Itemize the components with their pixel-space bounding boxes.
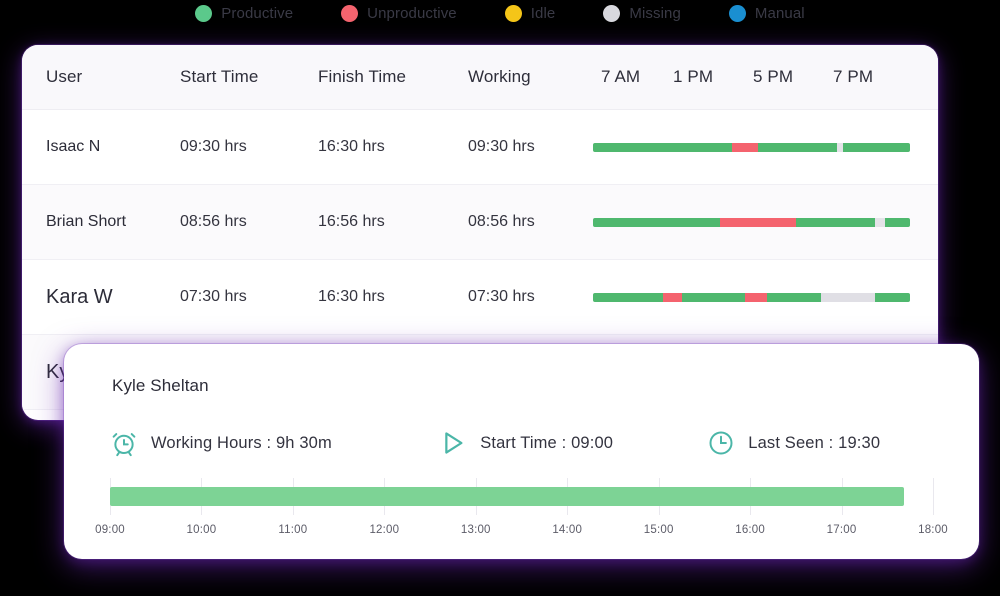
cell-working: 07:30 hrs [468,288,593,306]
axis-tick-label: 17:00 [827,524,857,536]
detail-timeline-chart[interactable] [110,487,933,511]
legend-item-productive[interactable]: Productive [195,5,293,22]
timeline-segment-unproductive [745,293,767,302]
timeline-segment-productive [885,218,910,227]
play-icon [439,429,467,457]
legend-item-missing[interactable]: Missing [603,5,681,22]
axis-tick-label: 15:00 [644,524,674,536]
cell-finish-time: 16:30 hrs [318,138,468,156]
stat-label: Last Seen : 19:30 [748,434,880,453]
column-header-7am: 7 AM [593,67,673,87]
column-header-5pm: 5 PM [753,67,833,87]
stat-working-hours: Working Hours : 9h 30m [110,429,439,457]
cell-start-time: 07:30 hrs [180,288,318,306]
table-row[interactable]: Isaac N 09:30 hrs 16:30 hrs 09:30 hrs [22,110,938,185]
status-dot-icon [505,5,522,22]
status-legend: Productive Unproductive Idle Missing Man… [0,0,1000,30]
stat-start-time: Start Time : 09:00 [439,429,707,457]
legend-label: Manual [755,5,805,22]
status-dot-icon [603,5,620,22]
cell-start-time: 09:30 hrs [180,138,318,156]
activity-timeline-bar [593,293,910,302]
cell-start-time: 08:56 hrs [180,213,318,231]
cell-user: Brian Short [22,213,180,231]
timeline-segment-unproductive [732,143,757,152]
legend-label: Idle [531,5,556,22]
column-header-finish-time[interactable]: Finish Time [318,67,468,87]
status-dot-icon [341,5,358,22]
gridline [933,478,934,515]
timeline-segment-unproductive [720,218,796,227]
cell-working: 09:30 hrs [468,138,593,156]
column-header-1pm: 1 PM [673,67,753,87]
cell-timeline[interactable] [593,293,938,302]
timeline-segment-productive [843,143,910,152]
axis-tick-label: 11:00 [278,524,307,536]
table-header-row: User Start Time Finish Time Working 7 AM… [22,45,938,110]
user-detail-card: Kyle Sheltan Working Hours : 9h 30m Star… [64,344,979,559]
status-dot-icon [729,5,746,22]
detail-timeline-axis: 09:0010:0011:0012:0013:0014:0015:0016:00… [110,524,933,540]
timeline-segment-productive [767,293,821,302]
cell-timeline[interactable] [593,218,938,227]
detail-stats-row: Working Hours : 9h 30m Start Time : 09:0… [110,429,933,457]
column-header-working[interactable]: Working [468,67,593,87]
clock-icon [707,429,735,457]
stat-last-seen: Last Seen : 19:30 [707,429,933,457]
status-dot-icon [195,5,212,22]
legend-label: Unproductive [367,5,457,22]
cell-finish-time: 16:30 hrs [318,288,468,306]
activity-timeline-bar [593,143,910,152]
timeline-segment-productive [875,293,910,302]
timeline-segment-missing [875,218,885,227]
alarm-clock-icon [110,429,138,457]
timeline-segment-unproductive [663,293,682,302]
legend-item-manual[interactable]: Manual [729,5,805,22]
legend-item-unproductive[interactable]: Unproductive [341,5,457,22]
timeline-segment-productive [593,218,720,227]
timeline-segment-productive [758,143,837,152]
column-header-start-time[interactable]: Start Time [180,67,318,87]
timeline-segment-productive [682,293,745,302]
cell-timeline[interactable] [593,143,938,152]
table-row[interactable]: Kara W 07:30 hrs 16:30 hrs 07:30 hrs [22,260,938,335]
stat-label: Working Hours : 9h 30m [151,434,332,453]
activity-timeline-bar [593,218,910,227]
legend-label: Missing [629,5,681,22]
stat-label: Start Time : 09:00 [480,434,613,453]
timeline-segment-productive [593,293,663,302]
legend-item-idle[interactable]: Idle [505,5,556,22]
timeline-segment-productive [110,487,904,506]
cell-user: Isaac N [22,138,180,156]
axis-tick-label: 09:00 [95,524,125,536]
legend-label: Productive [221,5,293,22]
timeline-segment-productive [796,218,875,227]
axis-tick-label: 12:00 [369,524,399,536]
axis-tick-label: 13:00 [461,524,491,536]
cell-working: 08:56 hrs [468,213,593,231]
timeline-segment-productive [593,143,732,152]
axis-tick-label: 18:00 [918,524,948,536]
cell-finish-time: 16:56 hrs [318,213,468,231]
cell-user: Kara W [22,286,180,309]
detail-timeline-track [110,487,933,506]
axis-tick-label: 10:00 [187,524,217,536]
timeline-segment-missing [821,293,875,302]
detail-user-name: Kyle Sheltan [112,376,933,396]
column-header-user[interactable]: User [22,67,180,87]
column-header-7pm: 7 PM [833,67,913,87]
axis-tick-label: 14:00 [552,524,582,536]
table-row[interactable]: Brian Short 08:56 hrs 16:56 hrs 08:56 hr… [22,185,938,260]
axis-tick-label: 16:00 [735,524,765,536]
